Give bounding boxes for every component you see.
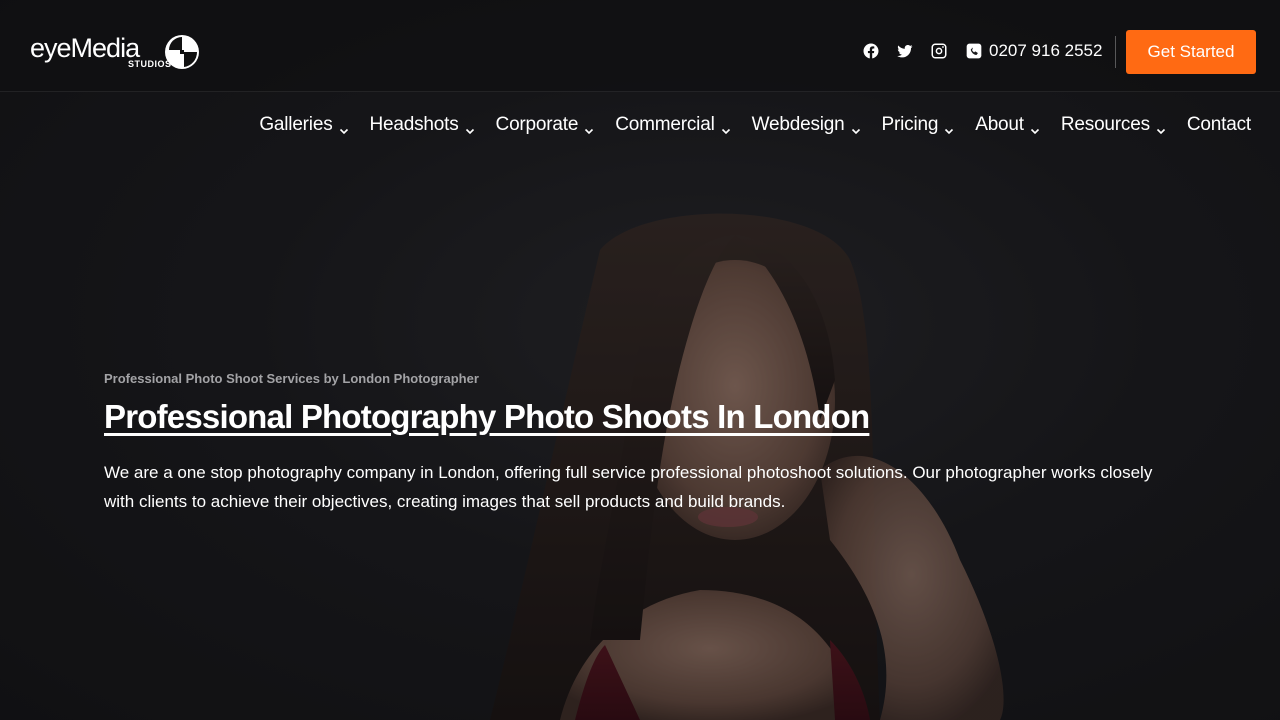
site-header: eyeMedia STUDIOS 0207 916 2552 Get Start… — [0, 0, 1280, 92]
header-divider — [1115, 36, 1116, 68]
main-nav: Galleries Headshots Corporate Commercial… — [259, 112, 1251, 138]
nav-item-resources[interactable]: Resources — [1061, 114, 1166, 136]
nav-item-about[interactable]: About — [975, 114, 1040, 136]
nav-item-label: About — [975, 114, 1024, 135]
nav-item-headshots[interactable]: Headshots — [370, 114, 475, 136]
nav-item-label: Webdesign — [751, 114, 845, 135]
hero-dark-overlay — [0, 0, 1280, 720]
chevron-down-icon — [1156, 120, 1166, 135]
nav-item-label: Headshots — [369, 114, 459, 135]
twitter-icon[interactable] — [895, 41, 915, 61]
nav-item-galleries[interactable]: Galleries — [259, 114, 348, 136]
phone-number: 0207 916 2552 — [989, 41, 1103, 60]
get-started-button[interactable]: Get Started — [1126, 30, 1256, 74]
instagram-icon[interactable] — [929, 41, 949, 61]
hero-background-image — [0, 0, 1280, 720]
hero-eyebrow: Professional Photo Shoot Services by Lon… — [104, 371, 479, 386]
nav-item-commercial[interactable]: Commercial — [615, 114, 730, 136]
nav-item-label: Resources — [1060, 114, 1150, 135]
hero-title[interactable]: Professional Photography Photo Shoots In… — [104, 398, 870, 436]
chevron-down-icon — [1030, 120, 1040, 135]
logo[interactable]: eyeMedia STUDIOS — [30, 33, 205, 73]
nav-item-label: Galleries — [259, 114, 333, 135]
logo-mark-icon — [165, 35, 199, 69]
nav-item-webdesign[interactable]: Webdesign — [752, 114, 861, 136]
nav-item-pricing[interactable]: Pricing — [882, 114, 955, 136]
phone-link[interactable]: 0207 916 2552 — [966, 40, 1102, 62]
chevron-down-icon — [944, 120, 954, 135]
chevron-down-icon — [339, 120, 349, 135]
chevron-down-icon — [465, 120, 475, 135]
nav-item-label: Pricing — [881, 114, 939, 135]
chevron-down-icon — [584, 120, 594, 135]
nav-item-corporate[interactable]: Corporate — [496, 114, 595, 136]
chevron-down-icon — [851, 120, 861, 135]
nav-item-label: Corporate — [495, 114, 579, 135]
phone-icon — [966, 43, 982, 59]
nav-item-label: Contact — [1186, 114, 1251, 135]
logo-word-eye: eye — [30, 33, 72, 63]
logo-wordmark: eyeMedia — [30, 33, 140, 64]
facebook-icon[interactable] — [861, 41, 881, 61]
chevron-down-icon — [721, 120, 731, 135]
nav-item-label: Commercial — [615, 114, 715, 135]
hero-description: We are a one stop photography company in… — [104, 463, 1153, 511]
nav-item-contact[interactable]: Contact — [1187, 114, 1251, 136]
